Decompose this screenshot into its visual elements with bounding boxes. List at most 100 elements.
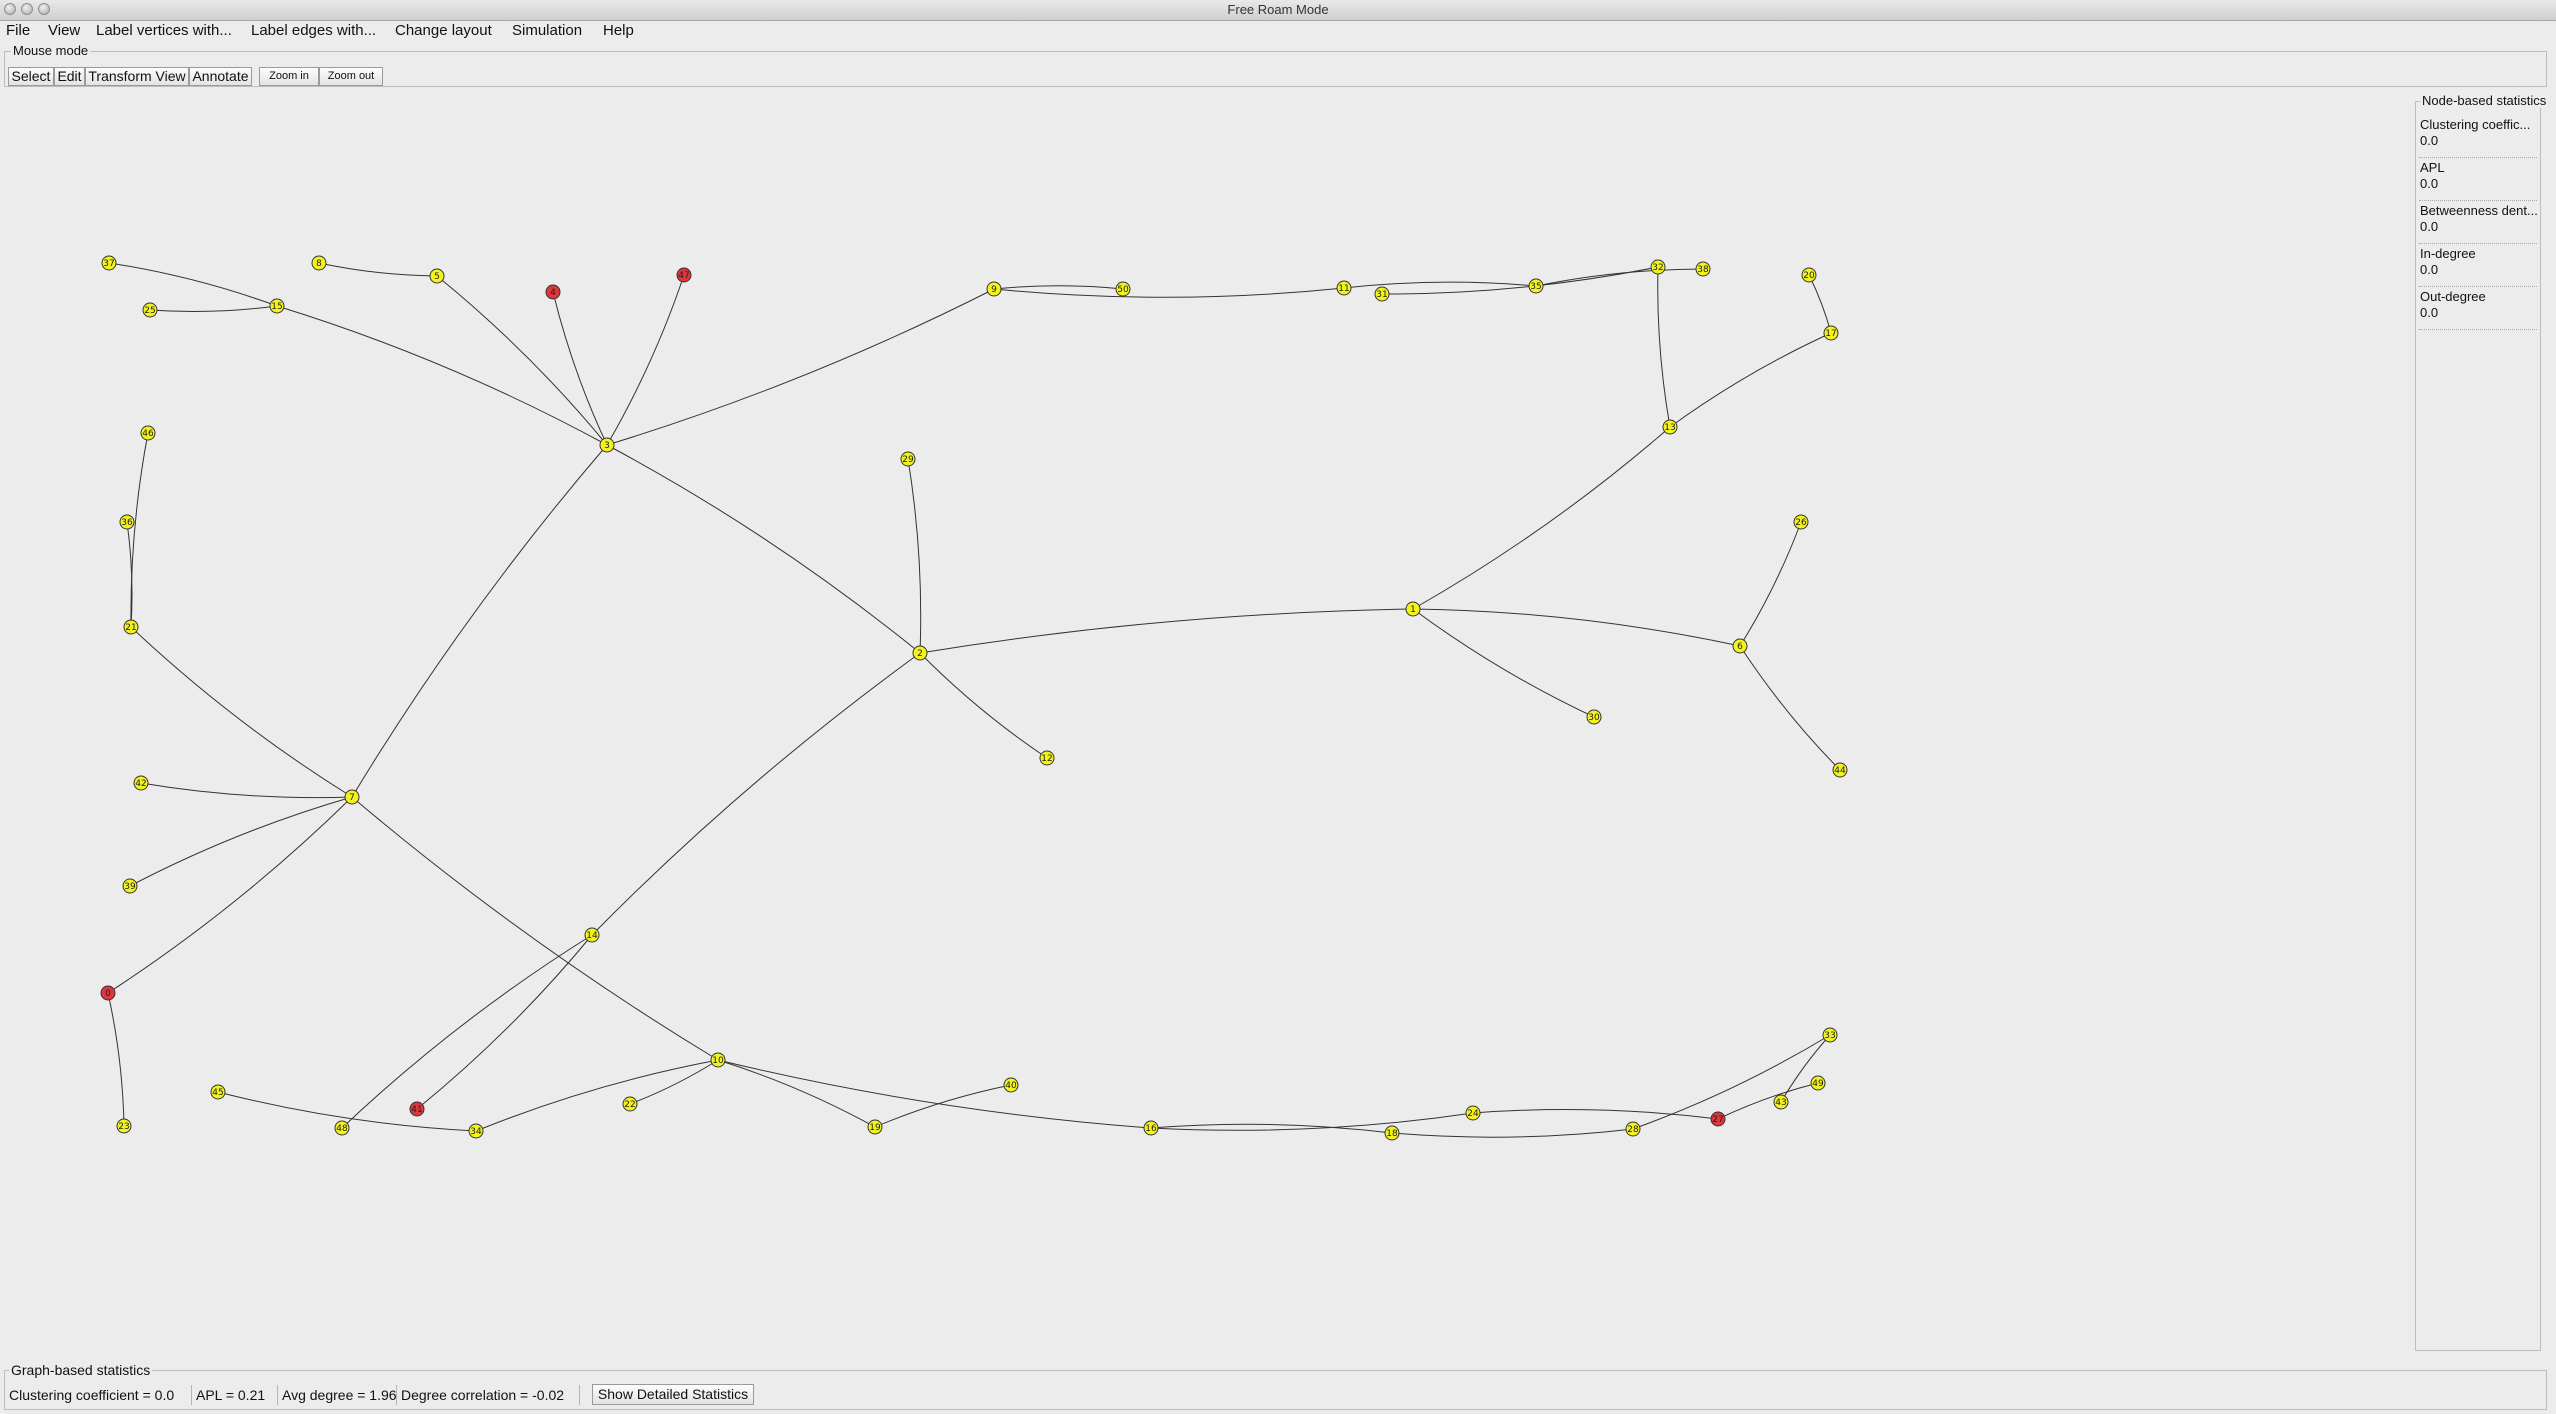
menu-label-vertices[interactable]: Label vertices with... xyxy=(96,21,232,41)
vertex-33[interactable]: 33 xyxy=(1822,1027,1838,1043)
edge-5-3[interactable] xyxy=(436,275,608,446)
vertex-22[interactable]: 22 xyxy=(622,1096,638,1112)
select-mode-button[interactable]: Select xyxy=(8,67,54,86)
zoom-window-icon[interactable] xyxy=(38,3,50,15)
zoom-out-button[interactable]: Zoom out xyxy=(319,67,383,86)
vertex-10[interactable]: 10 xyxy=(710,1052,726,1068)
vertex-24[interactable]: 24 xyxy=(1465,1105,1481,1121)
edge-10-16[interactable] xyxy=(717,1059,1152,1129)
vertex-17[interactable]: 17 xyxy=(1823,325,1839,341)
edge-0-23[interactable] xyxy=(107,992,125,1127)
vertex-2[interactable]: 2 xyxy=(912,645,928,661)
vertex-36[interactable]: 36 xyxy=(119,514,135,530)
edge-2-14[interactable] xyxy=(591,652,921,936)
vertex-46[interactable]: 46 xyxy=(140,425,156,441)
vertex-37[interactable]: 37 xyxy=(101,255,117,271)
vertex-31[interactable]: 31 xyxy=(1374,286,1390,302)
edge-21-7[interactable] xyxy=(130,626,353,798)
vertex-11[interactable]: 11 xyxy=(1336,280,1352,296)
edge-24-27[interactable] xyxy=(1472,1109,1719,1120)
vertex-0[interactable]: 0 xyxy=(100,985,116,1001)
edge-2-1[interactable] xyxy=(919,608,1414,654)
edge-25-15[interactable] xyxy=(149,305,278,312)
vertex-13[interactable]: 13 xyxy=(1662,419,1678,435)
edge-9-11[interactable] xyxy=(993,287,1345,298)
vertex-15[interactable]: 15 xyxy=(269,298,285,314)
edge-20-17[interactable] xyxy=(1808,274,1832,334)
edge-18-28[interactable] xyxy=(1391,1128,1634,1138)
vertex-18[interactable]: 18 xyxy=(1384,1125,1400,1141)
edge-35-38[interactable] xyxy=(1535,268,1704,287)
menu-file[interactable]: File xyxy=(6,21,30,41)
edit-mode-button[interactable]: Edit xyxy=(54,67,85,86)
vertex-26[interactable]: 26 xyxy=(1793,514,1809,530)
edge-14-48[interactable] xyxy=(341,934,593,1129)
vertex-21[interactable]: 21 xyxy=(123,619,139,635)
vertex-29[interactable]: 29 xyxy=(900,451,916,467)
edge-28-33[interactable] xyxy=(1632,1034,1831,1130)
vertex-42[interactable]: 42 xyxy=(133,775,149,791)
edge-3-9[interactable] xyxy=(606,288,995,446)
menu-simulation[interactable]: Simulation xyxy=(512,21,582,41)
vertex-39[interactable]: 39 xyxy=(122,878,138,894)
vertex-4[interactable]: 4 xyxy=(545,284,561,300)
vertex-47[interactable]: 47 xyxy=(676,267,692,283)
edge-46-21[interactable] xyxy=(130,432,149,628)
edge-34-10[interactable] xyxy=(475,1059,719,1132)
vertex-12[interactable]: 12 xyxy=(1039,750,1055,766)
vertex-14[interactable]: 14 xyxy=(584,927,600,943)
edge-3-2[interactable] xyxy=(606,444,921,654)
menu-change-layout[interactable]: Change layout xyxy=(395,21,492,41)
edge-26-6[interactable] xyxy=(1739,521,1802,647)
vertex-6[interactable]: 6 xyxy=(1732,638,1748,654)
vertex-34[interactable]: 34 xyxy=(468,1123,484,1139)
vertex-38[interactable]: 38 xyxy=(1695,261,1711,277)
vertex-40[interactable]: 40 xyxy=(1003,1077,1019,1093)
edge-33-43[interactable] xyxy=(1780,1034,1831,1103)
vertex-48[interactable]: 48 xyxy=(334,1120,350,1136)
edge-8-5[interactable] xyxy=(318,262,438,277)
vertex-50[interactable]: 50 xyxy=(1115,281,1131,297)
edge-19-40[interactable] xyxy=(874,1084,1012,1128)
edge-31-32[interactable] xyxy=(1381,266,1659,295)
minimize-window-icon[interactable] xyxy=(21,3,33,15)
vertex-41[interactable]: 41 xyxy=(409,1101,425,1117)
transform-view-mode-button[interactable]: Transform View xyxy=(85,67,189,86)
zoom-in-button[interactable]: Zoom in xyxy=(259,67,319,86)
menu-view[interactable]: View xyxy=(48,21,80,41)
vertex-9[interactable]: 9 xyxy=(986,281,1002,297)
vertex-19[interactable]: 19 xyxy=(867,1119,883,1135)
vertex-43[interactable]: 43 xyxy=(1773,1094,1789,1110)
vertex-5[interactable]: 5 xyxy=(429,268,445,284)
edge-3-7[interactable] xyxy=(351,444,608,798)
menu-label-edges[interactable]: Label edges with... xyxy=(251,21,376,41)
edge-32-13[interactable] xyxy=(1657,266,1671,428)
vertex-8[interactable]: 8 xyxy=(311,255,327,271)
edge-1-6[interactable] xyxy=(1412,608,1741,647)
edge-29-2[interactable] xyxy=(907,458,922,654)
vertex-27[interactable]: 27 xyxy=(1710,1111,1726,1127)
close-window-icon[interactable] xyxy=(4,3,16,15)
vertex-25[interactable]: 25 xyxy=(142,302,158,318)
vertex-23[interactable]: 23 xyxy=(116,1118,132,1134)
graph-view[interactable]: 37 85447152539 50 11313532 38201713463621292… xyxy=(0,90,2400,1365)
edge-10-19[interactable] xyxy=(717,1059,876,1128)
vertex-7[interactable]: 7 xyxy=(344,789,360,805)
menu-help[interactable]: Help xyxy=(603,21,634,41)
edge-17-13[interactable] xyxy=(1669,332,1832,428)
vertex-32[interactable]: 32 xyxy=(1650,259,1666,275)
vertex-28[interactable]: 28 xyxy=(1625,1121,1641,1137)
show-detailed-statistics-button[interactable]: Show Detailed Statistics xyxy=(592,1384,754,1405)
edge-7-0[interactable] xyxy=(107,796,353,994)
edge-47-3[interactable] xyxy=(606,274,685,446)
vertex-30[interactable]: 30 xyxy=(1586,709,1602,725)
edge-7-39[interactable] xyxy=(129,796,353,887)
edge-22-10[interactable] xyxy=(629,1059,719,1105)
edge-4-3[interactable] xyxy=(552,291,608,446)
vertex-1[interactable]: 1 xyxy=(1405,601,1421,617)
vertex-3[interactable]: 3 xyxy=(599,437,615,453)
edge-27-49[interactable] xyxy=(1717,1082,1819,1120)
vertex-20[interactable]: 20 xyxy=(1801,267,1817,283)
edge-1-30[interactable] xyxy=(1412,608,1595,718)
edge-7-42[interactable] xyxy=(140,782,353,799)
